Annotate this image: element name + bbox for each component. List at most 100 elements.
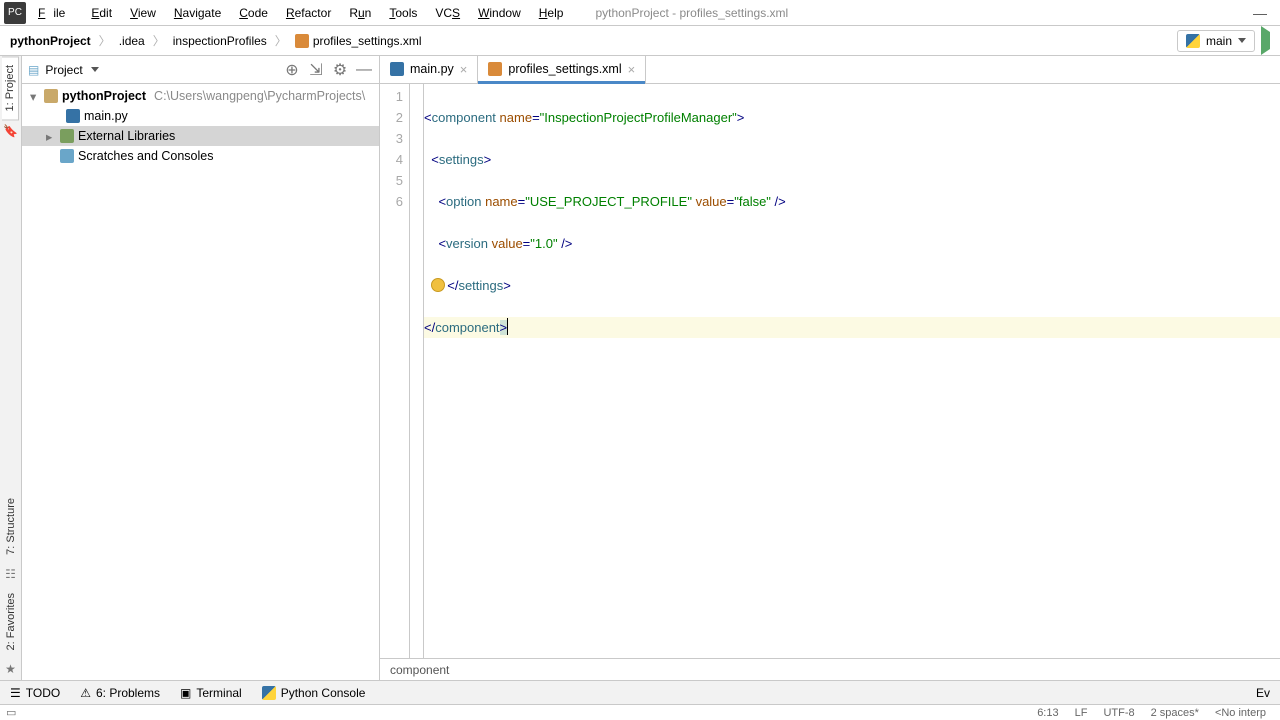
tab-profiles-settings-label: profiles_settings.xml: [508, 62, 621, 76]
title-file: profiles_settings.xml: [680, 6, 789, 20]
run-configuration-label: main: [1206, 34, 1232, 48]
crumb-idea-label: .idea: [119, 34, 145, 48]
bookmark-icon[interactable]: 🔖: [3, 120, 18, 142]
python-icon: [262, 686, 276, 700]
tree-scratches[interactable]: ▸ Scratches and Consoles: [22, 146, 379, 166]
code-line: </settings>: [424, 275, 1280, 296]
status-left-icon[interactable]: ▭: [6, 706, 16, 719]
tab-main[interactable]: main.py ×: [380, 55, 478, 83]
locate-icon[interactable]: ⊕: [283, 61, 301, 79]
crumb-inspection-label: inspectionProfiles: [173, 34, 267, 48]
menu-navigate[interactable]: Navigate: [166, 3, 229, 23]
tree-file-main[interactable]: main.py: [22, 106, 379, 126]
status-position[interactable]: 6:13: [1029, 707, 1066, 719]
menu-file-rest: ile: [45, 3, 73, 23]
python-console-button[interactable]: Python Console: [252, 681, 376, 704]
status-indent[interactable]: 2 spaces*: [1143, 707, 1207, 719]
todo-button[interactable]: ☰ TODO: [0, 681, 70, 704]
tree-root[interactable]: ▾ pythonProject C:\Users\wangpeng\Pychar…: [22, 86, 379, 106]
crumb-file[interactable]: profiles_settings.xml: [289, 32, 428, 50]
crumb-project[interactable]: pythonProject: [4, 32, 97, 50]
run-button[interactable]: [1261, 32, 1270, 50]
tab-profiles-settings[interactable]: profiles_settings.xml ×: [478, 55, 646, 83]
status-line-separator[interactable]: LF: [1067, 707, 1096, 719]
folder-icon: [44, 89, 58, 103]
minimize-button[interactable]: —: [1240, 0, 1280, 26]
line-number: 5: [380, 170, 403, 191]
project-tool-title[interactable]: ▤ Project: [28, 63, 99, 77]
rail-structure-tab[interactable]: 7: Structure: [3, 490, 19, 563]
run-configuration-selector[interactable]: main: [1177, 30, 1255, 52]
python-icon: [1186, 34, 1200, 48]
app-icon: PC: [4, 2, 26, 24]
line-number: 4: [380, 149, 403, 170]
twisty-icon[interactable]: ▾: [30, 89, 40, 104]
gear-icon[interactable]: ⚙: [331, 61, 349, 79]
caret: [507, 318, 508, 335]
editor-breadcrumb[interactable]: component: [380, 658, 1280, 680]
chevron-down-icon: [1238, 38, 1246, 43]
python-file-icon: [66, 109, 80, 123]
lightbulb-icon[interactable]: [431, 278, 445, 292]
star-icon[interactable]: ★: [5, 658, 16, 680]
problems-label: 6: Problems: [96, 686, 160, 700]
tree-scratches-label: Scratches and Consoles: [78, 149, 214, 163]
code-editor[interactable]: <component name="InspectionProjectProfil…: [424, 84, 1280, 658]
navigation-bar: pythonProject 〉 .idea 〉 inspectionProfil…: [0, 26, 1280, 56]
fold-strip[interactable]: [410, 84, 424, 658]
terminal-icon: ▣: [180, 686, 191, 700]
todo-label: TODO: [26, 686, 60, 700]
status-interpreter[interactable]: <No interp: [1207, 707, 1274, 719]
tree-file-main-label: main.py: [84, 109, 128, 123]
toolbar-right: main: [1177, 30, 1276, 52]
project-tool-window: ▤ Project ⊕ ⇲ ⚙ — ▾ pythonProject C:\Use…: [22, 56, 380, 680]
crumb-idea[interactable]: .idea: [113, 32, 151, 50]
chevron-down-icon: [91, 67, 99, 72]
bottom-toolbar: ☰ TODO ⚠ 6: Problems ▣ Terminal Python Cons…: [0, 680, 1280, 704]
title-sep: -: [669, 6, 680, 20]
line-number: 1: [380, 86, 403, 107]
close-icon[interactable]: ×: [460, 62, 468, 77]
menu-window[interactable]: Window: [470, 3, 529, 23]
line-number: 2: [380, 107, 403, 128]
expand-all-icon[interactable]: ⇲: [307, 61, 325, 79]
todo-icon: ☰: [10, 686, 21, 700]
twisty-icon[interactable]: ▸: [46, 129, 56, 144]
terminal-button[interactable]: ▣ Terminal: [170, 681, 252, 704]
menu-refactor[interactable]: Refactor: [278, 3, 339, 23]
structure-icon[interactable]: ☷: [5, 563, 16, 585]
menu-vcs[interactable]: VCS: [427, 3, 468, 23]
play-icon: [1261, 26, 1270, 55]
code-line: <version value="1.0" />: [424, 233, 1280, 254]
menu-file[interactable]: File: [30, 3, 81, 23]
event-log-button[interactable]: Ev: [1241, 681, 1280, 704]
line-number: 3: [380, 128, 403, 149]
menu-tools[interactable]: Tools: [381, 3, 425, 23]
menu-run[interactable]: Run: [341, 3, 379, 23]
crumb-sep-icon: 〉: [153, 32, 165, 49]
project-tool-header: ▤ Project ⊕ ⇲ ⚙ —: [22, 56, 379, 84]
main-area: 1: Project 🔖 7: Structure ☷ 2: Favorites…: [0, 56, 1280, 680]
tree-external-libraries[interactable]: ▸ External Libraries: [22, 126, 379, 146]
crumb-inspection[interactable]: inspectionProfiles: [167, 32, 273, 50]
menu-view[interactable]: View: [122, 3, 164, 23]
problems-button[interactable]: ⚠ 6: Problems: [70, 681, 170, 704]
editor-tabs: main.py × profiles_settings.xml ×: [380, 56, 1280, 84]
left-tool-rail: 1: Project 🔖 7: Structure ☷ 2: Favorites…: [0, 56, 22, 680]
status-encoding[interactable]: UTF-8: [1095, 707, 1142, 719]
editor-breadcrumb-label: component: [390, 663, 449, 677]
code-line-current: </component>: [424, 317, 1280, 338]
line-number-gutter: 1 2 3 4 5 6: [380, 84, 410, 658]
code-line: <component name="InspectionProjectProfil…: [424, 107, 1280, 128]
menu-help[interactable]: Help: [531, 3, 572, 23]
hide-icon[interactable]: —: [355, 61, 373, 79]
titlebar: PC File Edit View Navigate Code Refactor…: [0, 0, 1280, 26]
menu-code[interactable]: Code: [231, 3, 276, 23]
close-icon[interactable]: ×: [628, 62, 636, 77]
warning-icon: ⚠: [80, 686, 91, 700]
scratch-icon: [60, 149, 74, 163]
terminal-label: Terminal: [196, 686, 241, 700]
rail-project-tab[interactable]: 1: Project: [2, 56, 19, 120]
menu-edit[interactable]: Edit: [83, 3, 120, 23]
rail-favorites-tab[interactable]: 2: Favorites: [3, 585, 19, 658]
